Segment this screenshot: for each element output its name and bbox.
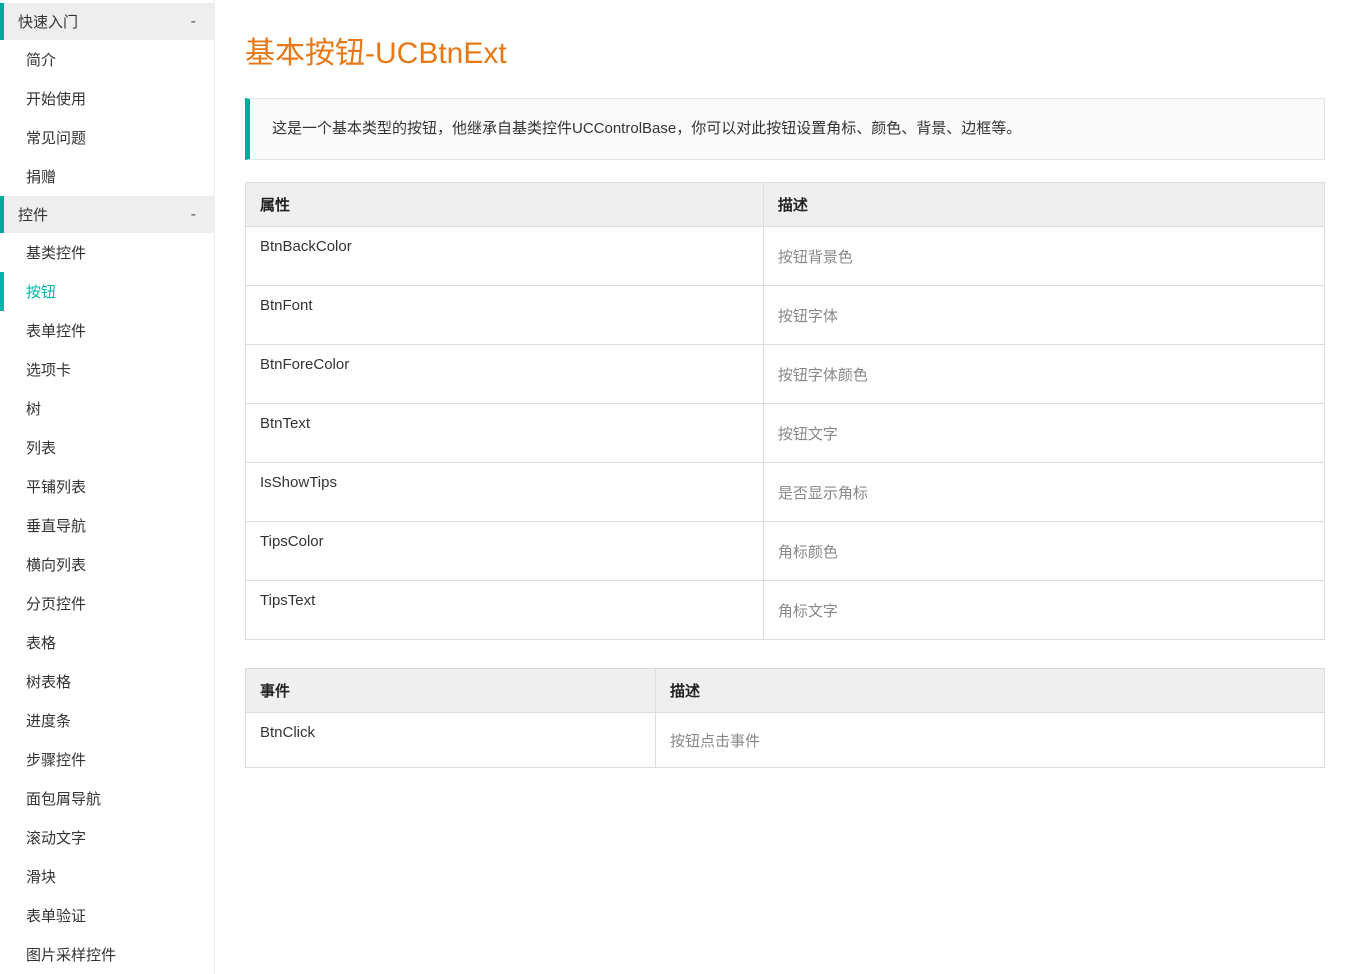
sidebar-group-label: 控件 (18, 204, 48, 225)
prop-name: BtnFont (246, 286, 764, 345)
main-content: 基本按钮-UCBtnExt 这是一个基本类型的按钮，他继承自基类控件UCCont… (215, 0, 1355, 974)
prop-desc: 是否显示角标 (763, 463, 1324, 522)
page-title: 基本按钮-UCBtnExt (245, 28, 1325, 72)
sidebar-item-imagesample[interactable]: 图片采样控件 (0, 935, 214, 974)
prop-name: BtnBackColor (246, 227, 764, 286)
sidebar-item-tree[interactable]: 树 (0, 389, 214, 428)
sidebar-item-getstarted[interactable]: 开始使用 (0, 79, 214, 118)
sidebar-item-breadcrumb[interactable]: 面包屑导航 (0, 779, 214, 818)
table-header-desc: 描述 (763, 183, 1324, 227)
sidebar-item-slider[interactable]: 滑块 (0, 857, 214, 896)
sidebar-item-formvalid[interactable]: 表单验证 (0, 896, 214, 935)
sidebar-item-list[interactable]: 列表 (0, 428, 214, 467)
sidebar-item-table[interactable]: 表格 (0, 623, 214, 662)
table-header-event: 事件 (246, 669, 656, 713)
sidebar-item-vnav[interactable]: 垂直导航 (0, 506, 214, 545)
table-row: BtnText按钮文字 (246, 404, 1325, 463)
prop-name: TipsColor (246, 522, 764, 581)
table-row: TipsColor角标颜色 (246, 522, 1325, 581)
prop-desc: 按钮背景色 (763, 227, 1324, 286)
sidebar-group-controls[interactable]: 控件 - (0, 196, 214, 233)
note-block: 这是一个基本类型的按钮，他继承自基类控件UCControlBase，你可以对此按… (245, 98, 1325, 160)
event-desc: 按钮点击事件 (656, 713, 1325, 768)
prop-desc: 角标文字 (763, 581, 1324, 640)
sidebar-item-faq[interactable]: 常见问题 (0, 118, 214, 157)
events-table: 事件 描述 BtnClick按钮点击事件 (245, 668, 1325, 768)
sidebar-group-label: 快速入门 (18, 11, 78, 32)
sidebar-item-tilelist[interactable]: 平铺列表 (0, 467, 214, 506)
properties-table: 属性 描述 BtnBackColor按钮背景色BtnFont按钮字体BtnFor… (245, 182, 1325, 640)
note-text: 这是一个基本类型的按钮，他继承自基类控件UCControlBase，你可以对此按… (272, 120, 1021, 137)
sidebar-item-progress[interactable]: 进度条 (0, 701, 214, 740)
prop-name: TipsText (246, 581, 764, 640)
sidebar-item-intro[interactable]: 简介 (0, 40, 214, 79)
prop-name: IsShowTips (246, 463, 764, 522)
prop-desc: 按钮字体 (763, 286, 1324, 345)
sidebar-item-pager[interactable]: 分页控件 (0, 584, 214, 623)
table-row: BtnBackColor按钮背景色 (246, 227, 1325, 286)
sidebar-group-quickstart[interactable]: 快速入门 - (0, 3, 214, 40)
event-name: BtnClick (246, 713, 656, 768)
sidebar-item-button[interactable]: 按钮 (0, 272, 214, 311)
sidebar-item-baseclass[interactable]: 基类控件 (0, 233, 214, 272)
table-row: BtnFont按钮字体 (246, 286, 1325, 345)
sidebar-item-form[interactable]: 表单控件 (0, 311, 214, 350)
collapse-icon: - (191, 13, 196, 31)
sidebar-item-steps[interactable]: 步骤控件 (0, 740, 214, 779)
table-row: BtnForeColor按钮字体颜色 (246, 345, 1325, 404)
table-row: IsShowTips是否显示角标 (246, 463, 1325, 522)
collapse-icon: - (191, 206, 196, 224)
sidebar-item-marquee[interactable]: 滚动文字 (0, 818, 214, 857)
table-row: BtnClick按钮点击事件 (246, 713, 1325, 768)
prop-name: BtnForeColor (246, 345, 764, 404)
prop-name: BtnText (246, 404, 764, 463)
sidebar-item-tabs[interactable]: 选项卡 (0, 350, 214, 389)
table-header-desc: 描述 (656, 669, 1325, 713)
prop-desc: 按钮文字 (763, 404, 1324, 463)
table-row: TipsText角标文字 (246, 581, 1325, 640)
sidebar-item-treetable[interactable]: 树表格 (0, 662, 214, 701)
sidebar: 快速入门 - 简介 开始使用 常见问题 捐赠 控件 - 基类控件 按钮 表单控件… (0, 0, 215, 974)
table-header-prop: 属性 (246, 183, 764, 227)
sidebar-item-donate[interactable]: 捐赠 (0, 157, 214, 196)
prop-desc: 按钮字体颜色 (763, 345, 1324, 404)
prop-desc: 角标颜色 (763, 522, 1324, 581)
sidebar-item-hlist[interactable]: 横向列表 (0, 545, 214, 584)
